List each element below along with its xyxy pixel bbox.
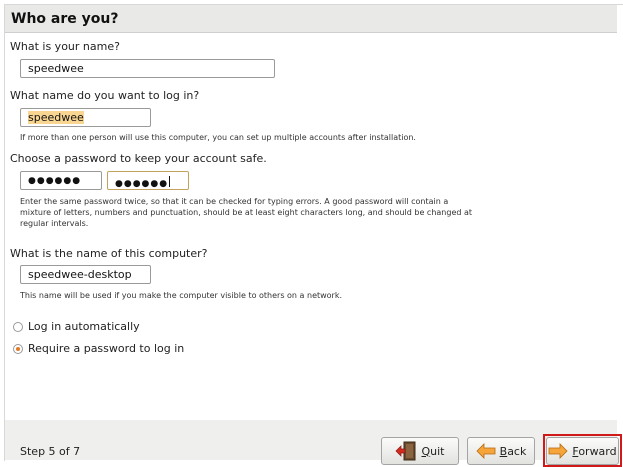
quit-button-label: Quit [421, 444, 445, 458]
login-name-input-value: speedwee [28, 111, 84, 124]
password-input[interactable]: ●●●●●● [20, 171, 102, 190]
computer-name-label: What is the name of this computer? [10, 247, 208, 260]
quit-button[interactable]: Quit [381, 437, 459, 465]
page-title: Who are you? [11, 11, 119, 27]
auto-login-label[interactable]: Log in automatically [28, 320, 140, 333]
login-name-label: What name do you want to log in? [10, 89, 200, 102]
name-input-value: speedwee [28, 62, 84, 75]
auto-login-radio[interactable] [13, 322, 23, 332]
password-label: Choose a password to keep your account s… [10, 152, 267, 165]
password-hint-line3: regular intervals. [20, 219, 89, 228]
password-confirm-input-mask: ●●●●●● [115, 179, 169, 189]
forward-button-highlight [543, 434, 622, 467]
computer-name-input-value: speedwee-desktop [28, 268, 132, 281]
password-hint-line2: mixture of letters, numbers and punctuat… [20, 208, 473, 217]
require-password-label[interactable]: Require a password to log in [28, 342, 184, 355]
arrow-left-icon [476, 443, 496, 459]
page-header: Who are you? [5, 5, 617, 33]
login-name-input[interactable]: speedwee [20, 108, 151, 127]
back-button[interactable]: Back [467, 437, 535, 465]
computer-name-input[interactable]: speedwee-desktop [20, 265, 151, 284]
require-password-radio[interactable] [13, 344, 23, 354]
step-indicator: Step 5 of 7 [20, 445, 81, 458]
text-cursor [169, 176, 171, 187]
computer-name-hint: This name will be used if you make the c… [20, 291, 343, 300]
back-button-label: Back [499, 444, 527, 458]
password-hint-line1: Enter the same password twice, so that i… [20, 197, 449, 206]
password-confirm-input[interactable]: ●●●●●● [107, 171, 189, 190]
name-label: What is your name? [10, 40, 120, 53]
door-exit-icon [395, 441, 416, 461]
password-input-mask: ●●●●●● [28, 176, 82, 186]
login-name-hint: If more than one person will use this co… [20, 133, 416, 142]
name-input[interactable]: speedwee [20, 59, 275, 78]
